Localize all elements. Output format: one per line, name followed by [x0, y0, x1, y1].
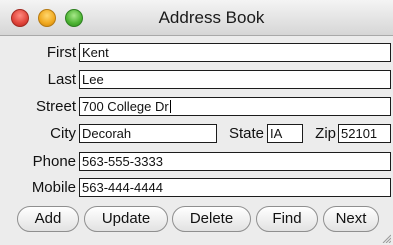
next-button[interactable]: Next — [323, 206, 379, 232]
window-title: Address Book — [158, 8, 265, 27]
find-button[interactable]: Find — [256, 206, 318, 232]
add-button[interactable]: Add — [17, 206, 79, 232]
phone-label: Phone — [32, 153, 76, 170]
street-label: Street — [35, 98, 76, 115]
zip-field[interactable]: 52101 — [338, 124, 391, 143]
delete-button[interactable]: Delete — [172, 206, 251, 232]
state-field[interactable]: IA — [267, 124, 303, 143]
last-name-field[interactable]: Lee — [79, 70, 391, 89]
update-button[interactable]: Update — [84, 206, 168, 232]
mobile-field[interactable]: 563-444-4444 — [79, 178, 391, 197]
mobile-label: Mobile — [31, 179, 76, 196]
text-caret — [169, 100, 171, 113]
street-field[interactable]: 700 College Dr — [79, 97, 391, 116]
phone-field[interactable]: 563-555-3333 — [79, 152, 391, 171]
city-label: City — [50, 125, 76, 142]
state-label: State — [228, 125, 264, 142]
street-field-value: 700 College Dr — [82, 99, 169, 114]
first-name-field[interactable]: Kent — [79, 43, 391, 62]
resize-grip-icon[interactable] — [381, 233, 391, 243]
city-field[interactable]: Decorah — [79, 124, 217, 143]
last-label: Last — [47, 71, 76, 88]
title-bar: Address Book — [0, 0, 393, 36]
address-book-window: Address Book First Kent Last Lee Street … — [0, 0, 393, 245]
zip-label: Zip — [315, 125, 336, 142]
first-label: First — [46, 44, 76, 61]
